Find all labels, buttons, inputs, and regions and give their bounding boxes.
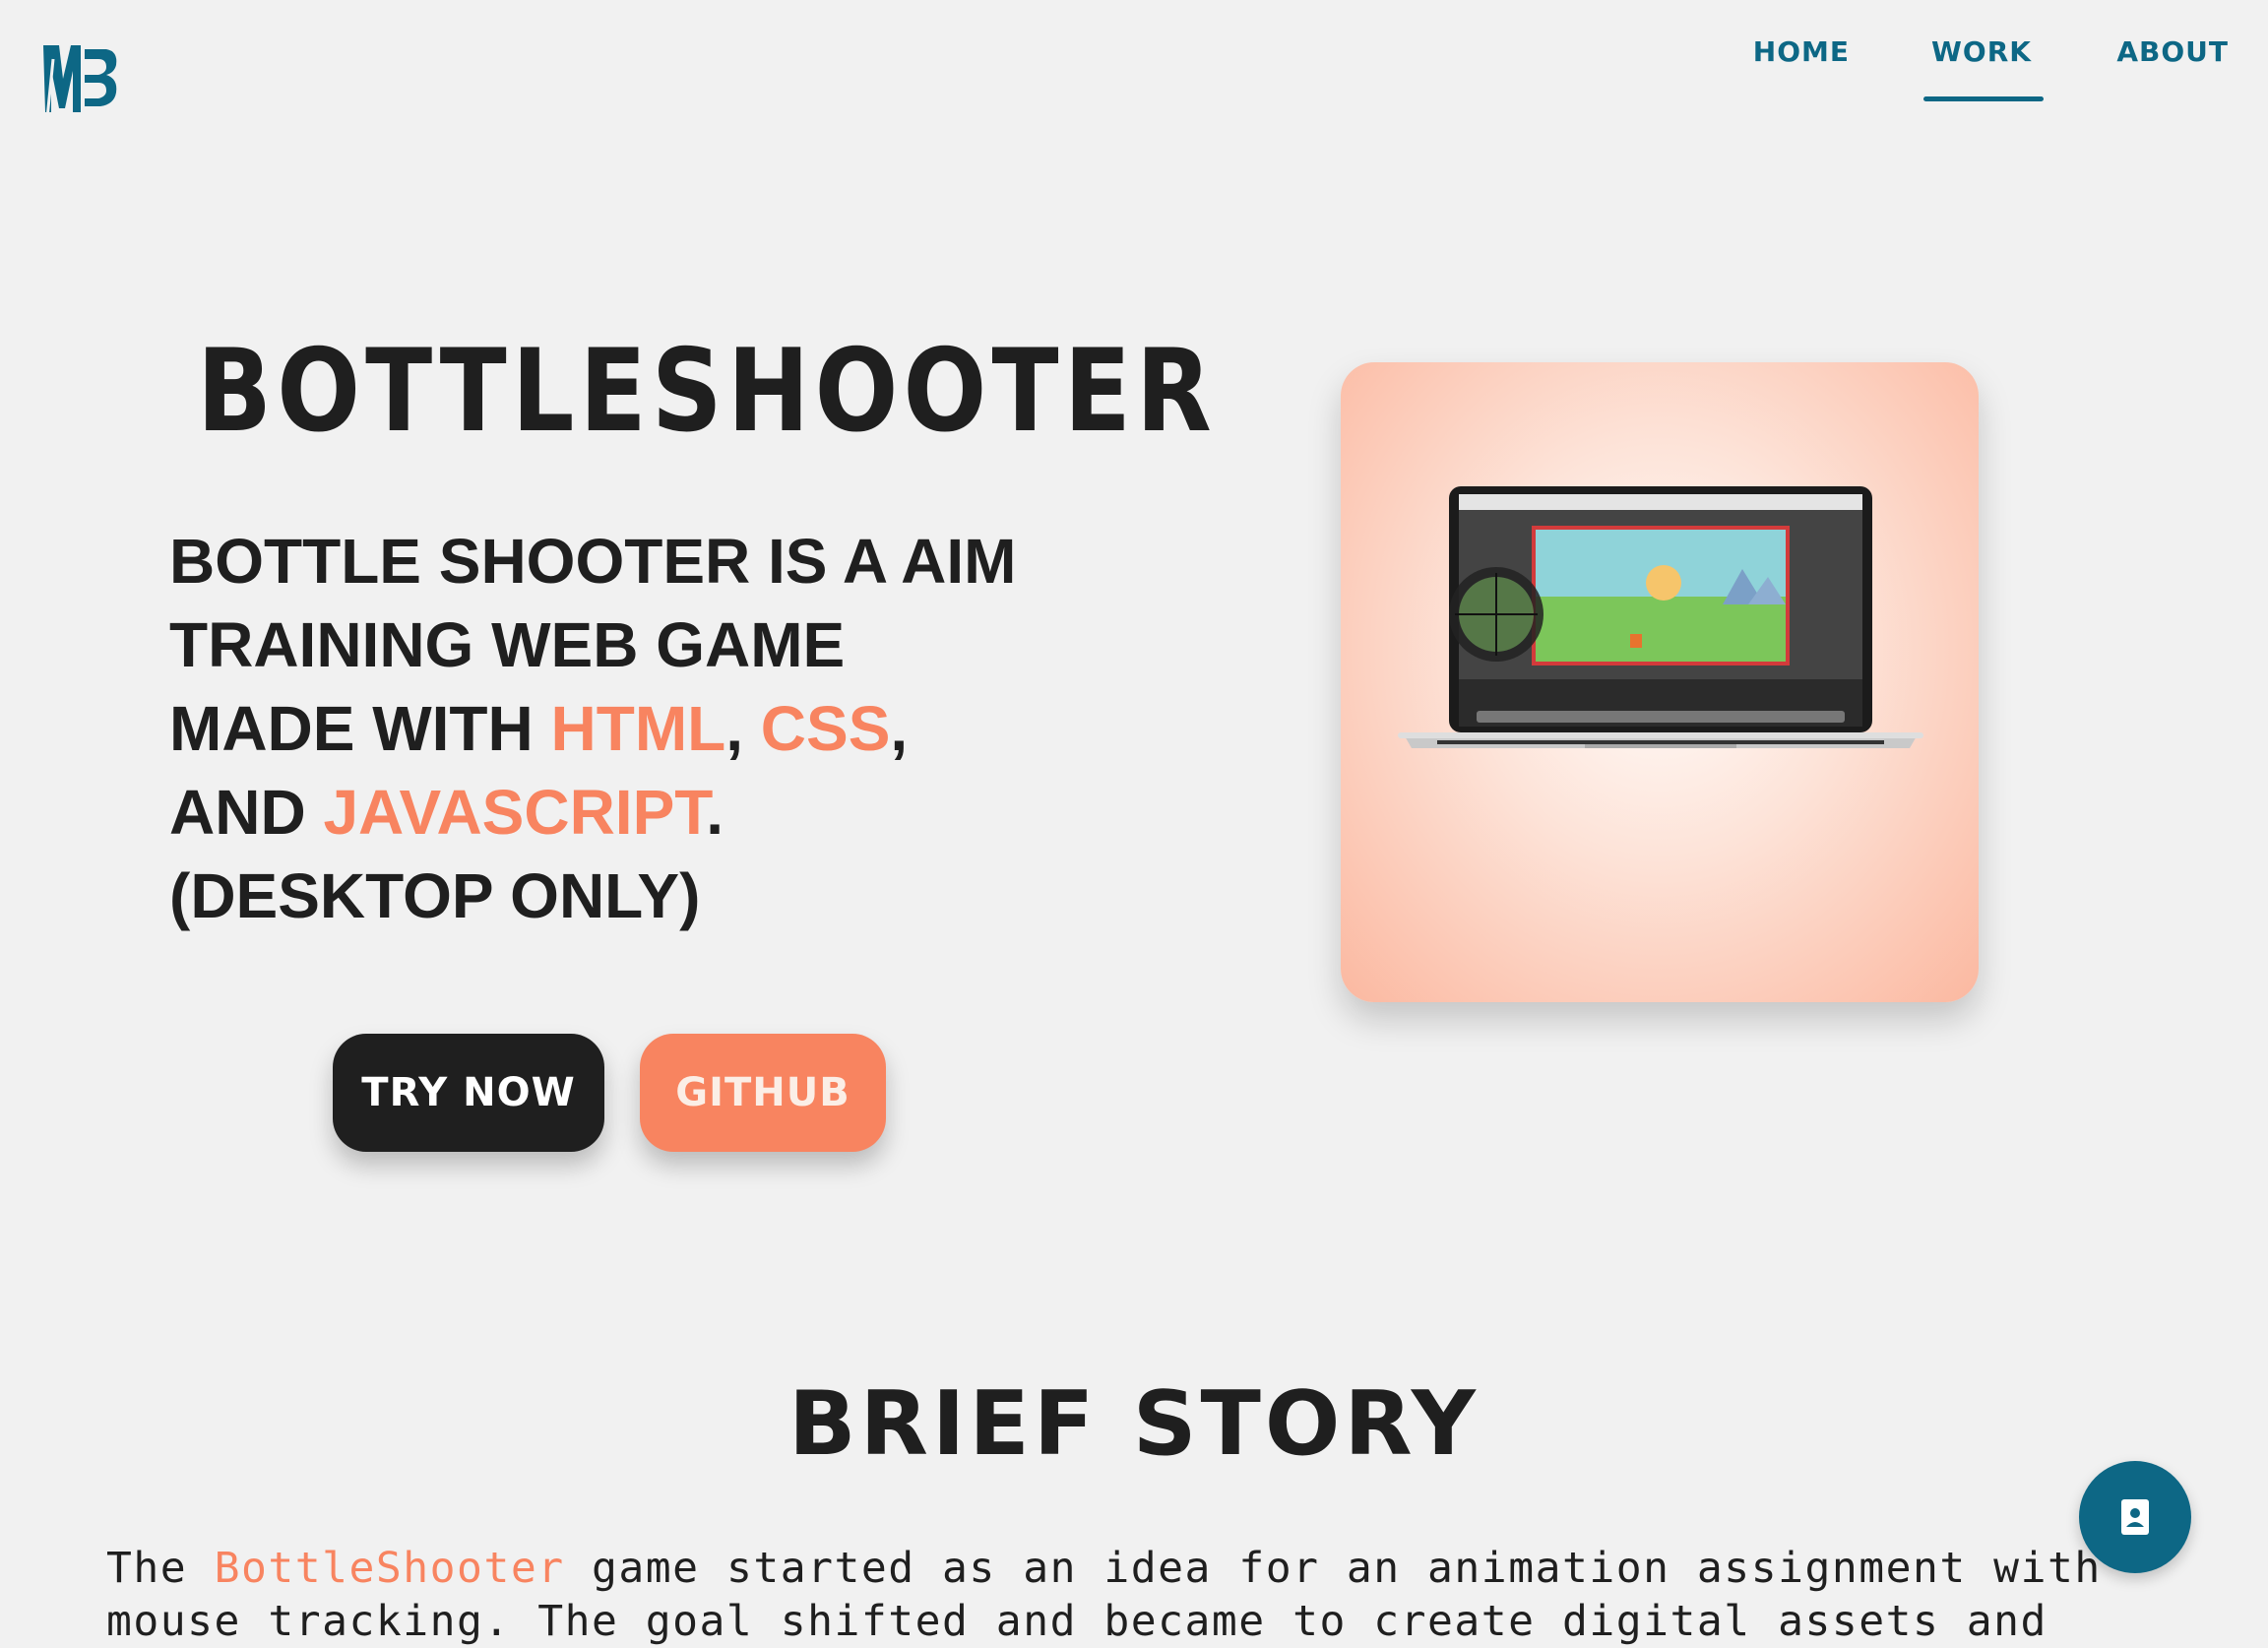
separator-1: , — [725, 693, 761, 764]
project-preview-card — [1341, 362, 1979, 1002]
tech-javascript: JAVASCRIPT — [323, 777, 707, 848]
project-description: Bottle Shooter is a aim training web gam… — [169, 520, 1036, 938]
nav-home[interactable]: HOME — [1753, 35, 1850, 68]
brief-story-title: BRIEF STORY — [788, 1372, 1480, 1476]
nav-work[interactable]: WORK — [1923, 35, 2044, 101]
laptop-preview-image — [1398, 486, 1923, 748]
contact-card-icon — [2121, 1499, 2149, 1535]
project-title: BOTTLESHOOTER — [197, 325, 1217, 458]
story-prefix: The — [106, 1544, 215, 1593]
page: HOME WORK ABOUT BOTTLESHOOTER Bottle Sho… — [0, 0, 2268, 1648]
tech-html: HTML — [550, 693, 726, 764]
story-highlight: BottleShooter — [214, 1544, 565, 1593]
nav-about[interactable]: ABOUT — [2116, 35, 2229, 68]
logo-icon[interactable] — [41, 39, 122, 120]
brief-story-text: The BottleShooter game started as an ide… — [106, 1542, 2154, 1648]
try-now-button[interactable]: TRY NOW — [333, 1034, 604, 1152]
github-button[interactable]: GITHUB — [640, 1034, 886, 1152]
tech-css: CSS — [760, 693, 891, 764]
contact-button[interactable] — [2079, 1461, 2191, 1573]
